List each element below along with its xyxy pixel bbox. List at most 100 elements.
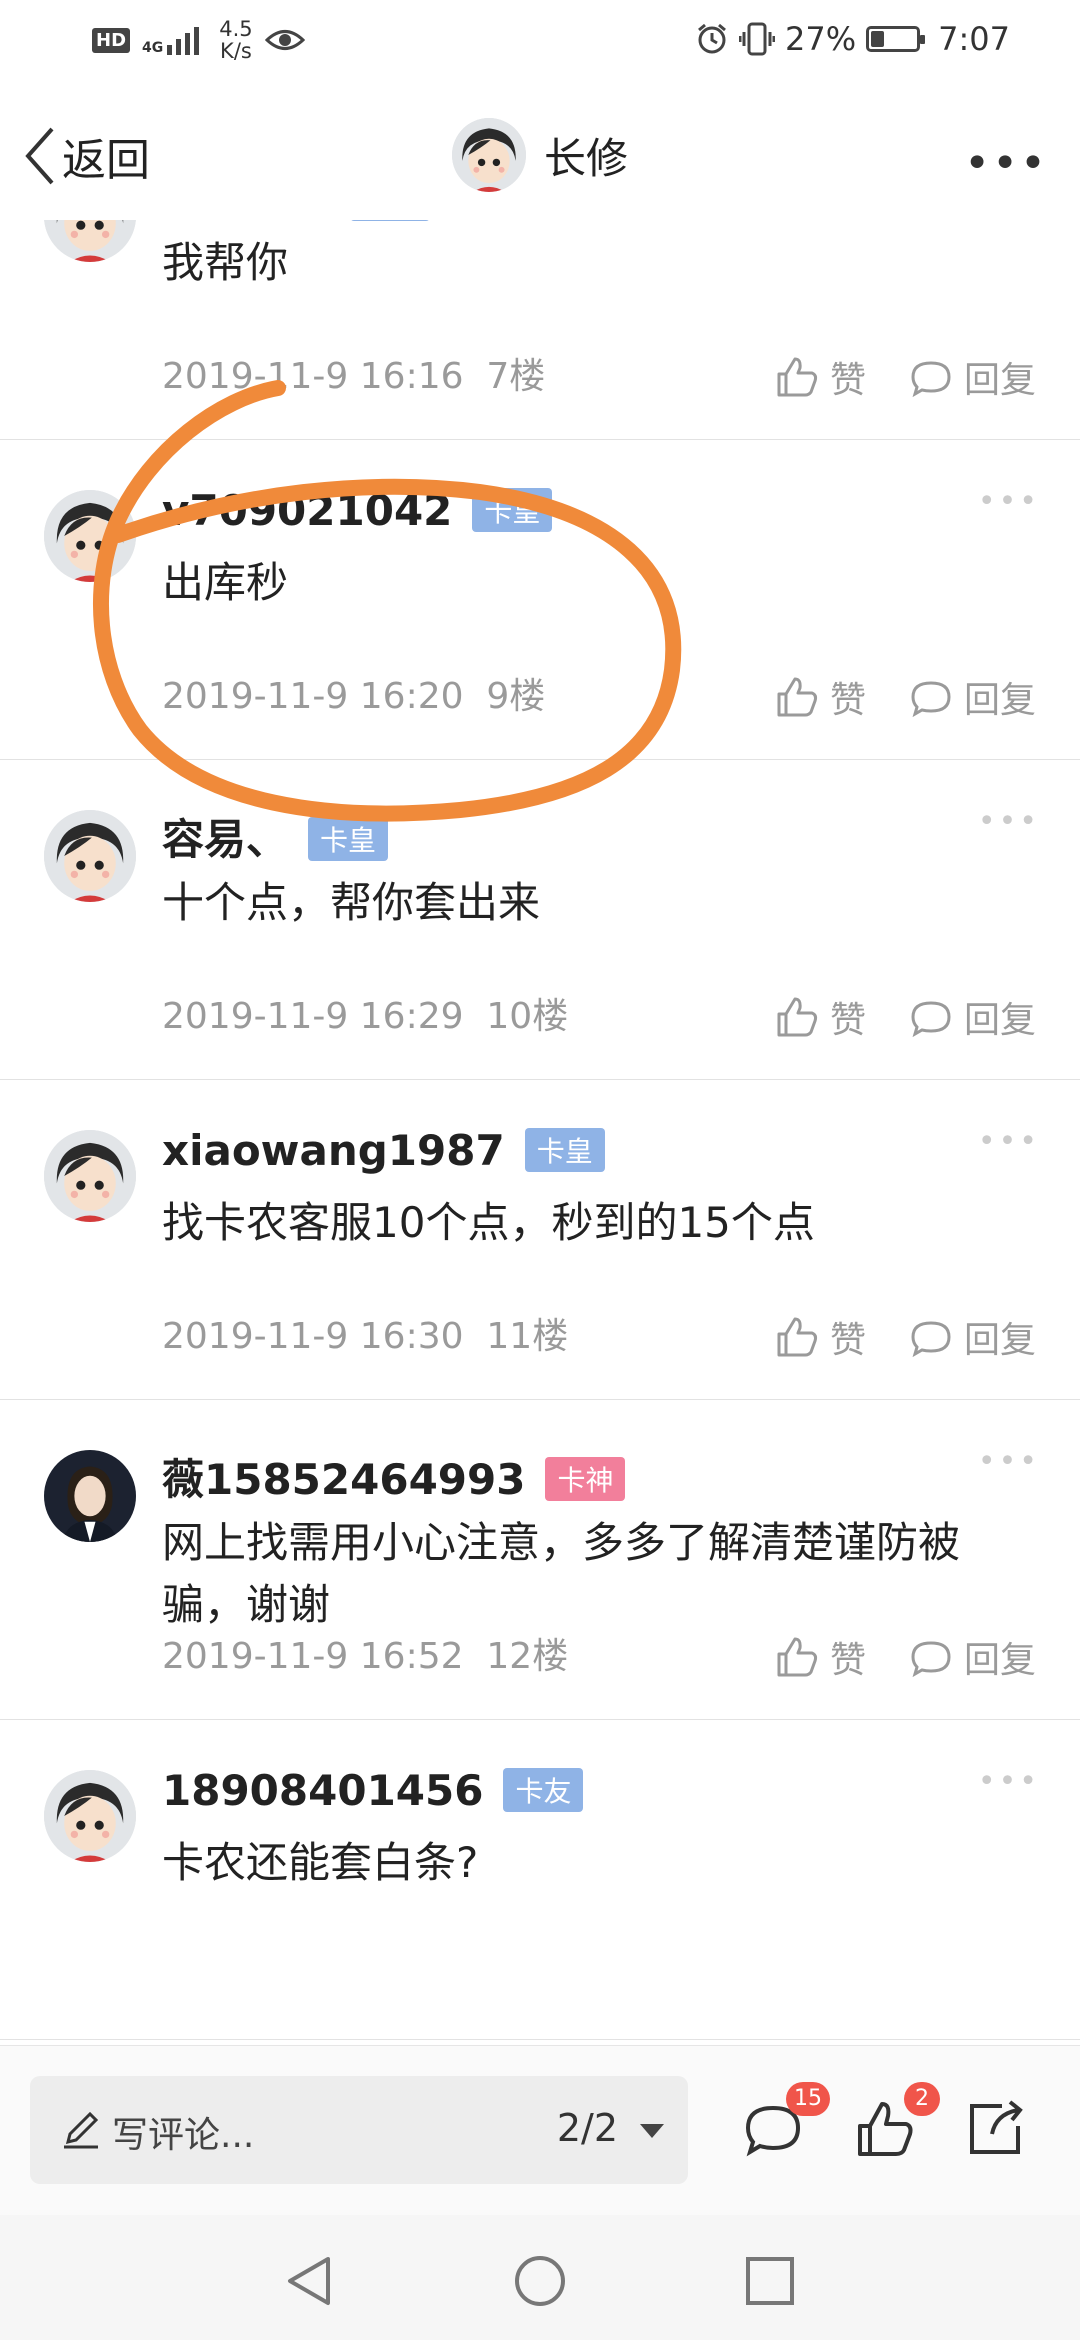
comment-item: 风控花呗卡友•••我帮你2019-11-9 16:16 7楼赞回复 bbox=[0, 220, 1080, 440]
network-speed: 4.5 K/s bbox=[219, 18, 252, 62]
level-badge: 卡皇 bbox=[524, 1127, 605, 1172]
network-type: 4G bbox=[142, 40, 164, 56]
chevron-down-icon[interactable] bbox=[640, 2124, 664, 2138]
bottom-bar: 写评论... 2/2 15 2 bbox=[0, 2045, 1080, 2216]
more-icon[interactable]: ••• bbox=[964, 138, 1048, 189]
like-button[interactable]: 赞 bbox=[774, 351, 866, 403]
share-icon[interactable] bbox=[962, 2096, 1028, 2162]
comment-actions: 赞 回复 bbox=[774, 991, 1036, 1043]
like-icon bbox=[777, 997, 818, 1037]
header-user[interactable]: 长修 bbox=[452, 118, 628, 192]
comment-date: 2019-11-9 16:16 bbox=[162, 356, 464, 397]
username[interactable]: 18908401456 卡友 bbox=[162, 1766, 584, 1816]
comment-meta: 2019-11-9 16:20 9楼 bbox=[162, 667, 545, 719]
hd-indicator: HD bbox=[92, 27, 131, 53]
more-icon[interactable]: ••• bbox=[978, 1124, 1040, 1159]
username[interactable]: 容易、 卡皇 bbox=[162, 806, 389, 867]
more-icon[interactable]: ••• bbox=[978, 484, 1040, 519]
like-icon bbox=[777, 1317, 818, 1357]
like-label: 赞 bbox=[829, 1000, 866, 1041]
nav-back-icon[interactable] bbox=[280, 2251, 340, 2311]
avatar[interactable] bbox=[44, 220, 136, 262]
comment-meta: 2019-11-9 16:30 11楼 bbox=[162, 1307, 568, 1359]
edit-icon bbox=[64, 2111, 99, 2149]
like-button[interactable]: 赞 bbox=[774, 671, 866, 723]
comment-meta: 2019-11-9 16:29 10楼 bbox=[162, 987, 568, 1039]
reply-label: 回复 bbox=[963, 1640, 1036, 1681]
more-icon[interactable]: ••• bbox=[978, 1444, 1040, 1479]
reply-button[interactable]: 回复 bbox=[908, 991, 1036, 1043]
like-button[interactable]: 赞 bbox=[774, 1631, 866, 1683]
username[interactable]: xiaowang1987 卡皇 bbox=[162, 1126, 605, 1176]
comment-actions: 赞 回复 bbox=[774, 351, 1036, 403]
reply-icon bbox=[911, 1321, 951, 1358]
speed-unit: K/s bbox=[220, 39, 252, 63]
like-label: 赞 bbox=[829, 360, 866, 401]
comment-meta: 2019-11-9 16:52 12楼 bbox=[162, 1627, 568, 1679]
floor-number: 11楼 bbox=[486, 1316, 569, 1357]
avatar[interactable] bbox=[44, 1130, 136, 1222]
comment-actions: 赞 回复 bbox=[774, 1631, 1036, 1683]
username[interactable]: v709021042 卡皇 bbox=[162, 486, 553, 536]
reply-button[interactable]: 回复 bbox=[908, 1311, 1036, 1363]
page-indicator[interactable]: 2/2 bbox=[557, 2106, 618, 2150]
comment-item: v709021042 卡皇 ••• 出库秒 2019-11-9 16:20 9楼 赞 回复 bbox=[0, 440, 1080, 760]
floor-number: 7楼 bbox=[486, 356, 546, 397]
level-badge: 卡友 bbox=[350, 220, 431, 221]
more-icon[interactable]: ••• bbox=[978, 804, 1040, 839]
nav-recents-icon[interactable] bbox=[740, 2251, 800, 2311]
username-text: v709021042 bbox=[162, 486, 453, 535]
comment-input[interactable]: 写评论... 2/2 bbox=[30, 2076, 688, 2184]
comment-date: 2019-11-9 16:20 bbox=[162, 676, 464, 717]
comment-text: 十个点，帮你套出来 bbox=[162, 878, 541, 927]
floor-number: 10楼 bbox=[486, 996, 569, 1037]
reply-icon bbox=[911, 681, 951, 718]
back-label: 返回 bbox=[62, 135, 150, 186]
comment-item: 薇15852464993 卡神 ••• 网上找需用小心注意，多多了解清楚谨防被骗，谢谢… bbox=[0, 1400, 1080, 1720]
clock: 7:07 bbox=[938, 20, 1010, 58]
floor-number: 9楼 bbox=[486, 676, 546, 717]
comment-item: 18908401456 卡友 ••• 卡农还能套白条? bbox=[0, 1720, 1080, 2040]
username-text: 薇15852464993 bbox=[162, 1455, 526, 1504]
back-chevron-icon bbox=[25, 127, 54, 185]
like-button[interactable]: 赞 bbox=[774, 1311, 866, 1363]
more-icon[interactable]: ••• bbox=[978, 1764, 1040, 1799]
like-button[interactable]: 赞 bbox=[774, 991, 866, 1043]
top-navigation: 返回 长修 ••• bbox=[0, 90, 1080, 220]
comment-actions: 赞 回复 bbox=[774, 1311, 1036, 1363]
avatar[interactable] bbox=[452, 118, 526, 192]
comment-item: 容易、 卡皇 ••• 十个点，帮你套出来 2019-11-9 16:29 10楼 赞 回复 bbox=[0, 760, 1080, 1080]
like-icon bbox=[777, 1637, 818, 1677]
reply-button[interactable]: 回复 bbox=[908, 671, 1036, 723]
nav-home-icon[interactable] bbox=[510, 2251, 570, 2311]
comment-meta: 2019-11-9 16:16 7楼 bbox=[162, 347, 545, 399]
username[interactable]: 薇15852464993 卡神 bbox=[162, 1446, 626, 1507]
alarm-icon bbox=[698, 23, 726, 54]
reply-label: 回复 bbox=[963, 360, 1036, 401]
reply-button[interactable]: 回复 bbox=[908, 351, 1036, 403]
avatar[interactable] bbox=[44, 1450, 136, 1542]
back-button[interactable]: 返回 bbox=[22, 124, 150, 188]
comment-date: 2019-11-9 16:52 bbox=[162, 1636, 464, 1677]
reply-button[interactable]: 回复 bbox=[908, 1631, 1036, 1683]
page-title: 长修 bbox=[544, 133, 629, 183]
battery-percent: 27% bbox=[785, 20, 857, 58]
avatar[interactable] bbox=[44, 1770, 136, 1862]
like-label: 赞 bbox=[829, 1640, 866, 1681]
avatar[interactable] bbox=[44, 490, 136, 582]
like-label: 赞 bbox=[829, 680, 866, 721]
comment-count-badge: 15 bbox=[786, 2082, 830, 2116]
system-nav-bar bbox=[0, 2215, 1080, 2340]
comment-date: 2019-11-9 16:29 bbox=[162, 996, 464, 1037]
comment-actions: 赞 回复 bbox=[774, 671, 1036, 723]
battery-fill bbox=[871, 31, 885, 47]
comment-text: 卡农还能套白条? bbox=[162, 1838, 479, 1887]
signal-icon: 4G bbox=[142, 25, 207, 55]
comment-text: 网上找需用小心注意，多多了解清楚谨防被骗，谢谢 bbox=[162, 1518, 961, 1629]
comment-text: 出库秒 bbox=[162, 558, 289, 607]
floor-number: 12楼 bbox=[486, 1636, 569, 1677]
username[interactable]: 风控花呗 卡友 bbox=[162, 220, 431, 227]
comment-date: 2019-11-9 16:30 bbox=[162, 1316, 464, 1357]
reply-label: 回复 bbox=[963, 680, 1036, 721]
avatar[interactable] bbox=[44, 810, 136, 902]
